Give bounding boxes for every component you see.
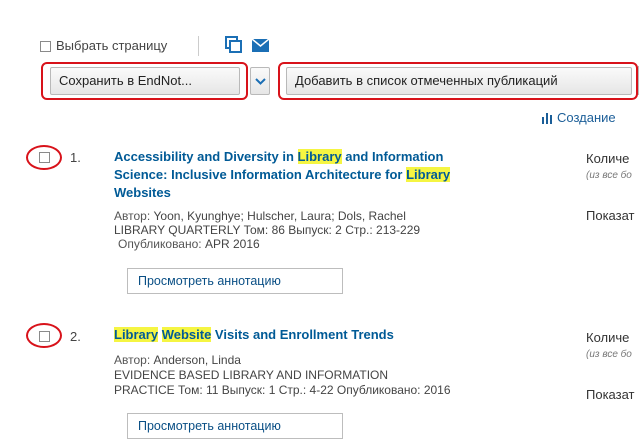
annotation-oval-2 — [26, 323, 62, 348]
result-title-2[interactable]: Library Website Visits and Enrollment Tr… — [114, 326, 544, 344]
view-abstract-button-2[interactable]: Просмотреть аннотацию — [127, 413, 343, 439]
result-title-1[interactable]: Accessibility and Diversity in Library a… — [114, 148, 544, 202]
result-authors-1: Автор: Yoon, Kyunghye; Hulscher, Laura; … — [114, 209, 406, 223]
chevron-down-icon — [255, 78, 266, 85]
result-authors-2: Автор: Anderson, Linda — [114, 353, 241, 367]
annotation-ring-add — [278, 62, 638, 100]
times-cited-note-1: (из все бо — [586, 170, 632, 181]
toolbar-divider — [198, 36, 199, 56]
times-cited-note-2: (из все бо — [586, 349, 632, 360]
times-cited-label-2: Количе — [586, 330, 630, 345]
times-cited-label-1: Количе — [586, 151, 630, 166]
result-number-1: 1. — [70, 150, 81, 165]
result-number-2: 2. — [70, 329, 81, 344]
view-abstract-button-1[interactable]: Просмотреть аннотацию — [127, 268, 343, 294]
show-more-label-1[interactable]: Показат — [586, 208, 635, 223]
select-page-checkbox[interactable] — [40, 41, 51, 52]
select-page-label: Выбрать страницу — [56, 38, 168, 53]
save-options-dropdown[interactable] — [250, 67, 270, 95]
result-source-1: LIBRARY QUARTERLY Том: 86 Выпуск: 2 Стр.… — [114, 223, 421, 237]
annotation-ring-save — [41, 62, 248, 100]
annotation-oval-1 — [26, 145, 62, 170]
next-button-edge — [638, 66, 644, 95]
result-published-1: Опубликовано: APR 2016 — [118, 237, 260, 251]
print-icon[interactable] — [225, 36, 242, 53]
result-source-2-line2: PRACTICE Том: 11 Выпуск: 1 Стр.: 4-22 Оп… — [114, 383, 451, 397]
email-icon[interactable] — [252, 39, 269, 52]
bar-chart-icon — [542, 113, 552, 124]
result-source-2-line1: EVIDENCE BASED LIBRARY AND INFORMATION — [114, 368, 389, 382]
create-citation-report-link[interactable]: Создание — [557, 110, 616, 125]
show-more-label-2[interactable]: Показат — [586, 387, 635, 402]
